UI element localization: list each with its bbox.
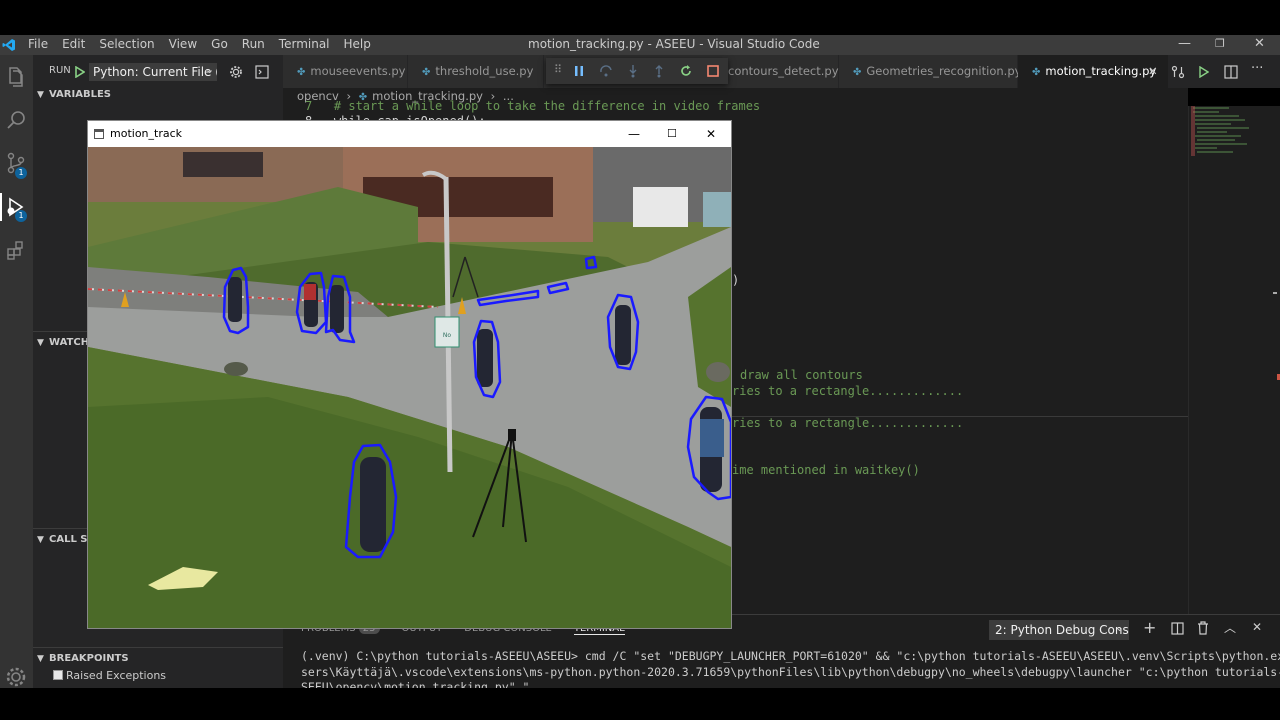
tab-label: threshold_use.py	[435, 64, 534, 78]
trash-icon[interactable]	[1197, 621, 1209, 635]
run-label: RUN	[49, 65, 71, 76]
menu-view[interactable]: View	[169, 37, 197, 51]
raised-exceptions-checkbox[interactable]	[53, 670, 63, 680]
minimize-icon[interactable]: —	[1178, 36, 1191, 51]
restart-icon[interactable]	[679, 64, 693, 78]
motion-tracking-scene: No	[88, 147, 731, 628]
split-terminal-icon[interactable]	[1171, 622, 1184, 635]
tab-motion-tracking[interactable]: ✤ motion_tracking.py ✕	[1018, 55, 1168, 88]
activity-bar: 1 1	[0, 55, 33, 688]
close-window-icon[interactable]: ✕	[1254, 36, 1265, 51]
minimap[interactable]	[1188, 106, 1280, 614]
tab-label: motion_tracking.py	[1045, 64, 1157, 78]
section-variables[interactable]: ▼ VARIABLES	[33, 84, 283, 106]
tab-mouseevents[interactable]: ✤ mouseevents.py	[283, 55, 407, 88]
python-file-icon: ✤	[1032, 67, 1041, 78]
python-file-icon: ✤	[853, 67, 862, 78]
tab-label: mouseevents.py	[310, 64, 406, 78]
chevron-down-icon[interactable]: ⌄	[1115, 621, 1124, 634]
cv-minimize-icon[interactable]: —	[628, 121, 640, 147]
video-frame: No	[88, 147, 731, 628]
opencv-title-bar[interactable]: motion_track — ☐ ✕	[88, 121, 731, 147]
close-tab-icon[interactable]: ✕	[1148, 55, 1158, 88]
launch-config-value: Python: Current File (Ir	[93, 65, 217, 79]
tab-label: contours_detect.py	[728, 64, 839, 78]
menu-file[interactable]: File	[28, 37, 48, 51]
new-terminal-icon[interactable]: +	[1143, 618, 1156, 637]
letterbox-top	[0, 0, 1280, 35]
opencv-window-title: motion_track	[110, 127, 183, 140]
section-watch-label: WATCH	[49, 337, 90, 348]
section-variables-label: VARIABLES	[49, 89, 111, 100]
code-fragment: ries to a rectangle.............	[732, 416, 964, 430]
python-file-icon: ✤	[297, 67, 306, 78]
letterbox-bottom	[0, 688, 1280, 720]
code-fragment: )	[732, 273, 740, 287]
sign-text: No	[443, 332, 451, 339]
menu-edit[interactable]: Edit	[62, 37, 85, 51]
code-line: 7 # start a while loop to take the diffe…	[305, 99, 761, 113]
section-breakpoints-label: BREAKPOINTS	[49, 653, 129, 664]
step-out-icon[interactable]	[652, 64, 666, 78]
chevron-down-icon[interactable]: ⌄	[205, 63, 214, 76]
code-fragment: ries to a rectangle.............	[732, 384, 964, 398]
step-into-icon[interactable]	[626, 64, 640, 78]
menu-run[interactable]: Run	[242, 37, 265, 51]
run-file-icon[interactable]	[1199, 66, 1209, 78]
menu-go[interactable]: Go	[211, 37, 228, 51]
debug-toolbar: ⠿	[546, 58, 728, 84]
vscode-logo-icon	[2, 39, 15, 51]
gear-icon[interactable]	[229, 65, 243, 79]
opencv-window[interactable]: motion_track — ☐ ✕ No	[87, 120, 732, 629]
settings-gear-icon[interactable]	[4, 665, 28, 689]
chevron-down-icon: ▼	[37, 654, 44, 664]
restore-icon[interactable]: ❐	[1215, 37, 1225, 50]
terminal-select[interactable]: 2: Python Debug Consc	[989, 620, 1129, 640]
window-title: motion_tracking.py - ASEEU - Visual Stud…	[528, 37, 820, 51]
terminal-select-value: 2: Python Debug Consc	[995, 623, 1129, 637]
scm-badge: 1	[15, 167, 27, 179]
drag-handle-icon[interactable]: ⠿	[554, 63, 562, 76]
minimap-content	[1191, 106, 1249, 156]
more-actions-icon[interactable]: ···	[1251, 61, 1263, 76]
run-toolbar: RUN Python: Current File (Ir ⌄	[33, 60, 283, 84]
files-icon[interactable]	[4, 65, 28, 89]
editor-tabs: ✤ mouseevents.py ✤ threshold_use.py contou…	[283, 55, 1280, 88]
active-indicator	[0, 193, 2, 221]
cv-maximize-icon[interactable]: ☐	[667, 121, 677, 147]
scroll-marker	[1273, 292, 1277, 294]
cv-close-icon[interactable]: ✕	[706, 121, 716, 147]
menu-terminal[interactable]: Terminal	[279, 37, 330, 51]
maximize-panel-icon[interactable]: ︿	[1224, 619, 1236, 636]
menu-selection[interactable]: Selection	[99, 37, 154, 51]
chevron-down-icon: ▼	[37, 535, 44, 545]
search-icon[interactable]	[4, 108, 28, 132]
open-changes-icon[interactable]	[1171, 65, 1185, 79]
debug-console-icon[interactable]	[255, 65, 269, 79]
python-file-icon: ✤	[422, 67, 431, 78]
menu-help[interactable]: Help	[344, 37, 371, 51]
split-editor-icon[interactable]	[1224, 65, 1238, 79]
close-panel-icon[interactable]: ✕	[1252, 620, 1262, 634]
raised-exceptions-label: Raised Exceptions	[66, 669, 167, 682]
tab-threshold-use[interactable]: ✤ threshold_use.py	[408, 55, 543, 88]
code-fragment: ime mentioned in waitkey()	[732, 463, 920, 477]
window-app-icon	[94, 129, 104, 139]
debug-badge: 1	[15, 210, 27, 222]
tab-label: Geometries_recognition.py	[866, 64, 1022, 78]
launch-config-select[interactable]: Python: Current File (Ir	[89, 63, 217, 81]
step-over-icon[interactable]	[599, 64, 613, 78]
chevron-down-icon: ▼	[37, 90, 44, 100]
stop-icon[interactable]	[706, 64, 720, 78]
start-debug-icon[interactable]	[75, 66, 85, 78]
code-fragment: draw all contours	[740, 368, 863, 382]
section-breakpoints[interactable]: ▼ BREAKPOINTS	[33, 647, 283, 669]
tab-geometries-recognition[interactable]: ✤ Geometries_recognition.py	[839, 55, 1021, 88]
menu-bar: File Edit Selection View Go Run Terminal…	[28, 37, 385, 51]
chevron-down-icon: ▼	[37, 338, 44, 348]
extensions-icon[interactable]	[4, 239, 28, 263]
pause-icon[interactable]	[573, 65, 585, 77]
title-bar: File Edit Selection View Go Run Terminal…	[0, 35, 1280, 55]
